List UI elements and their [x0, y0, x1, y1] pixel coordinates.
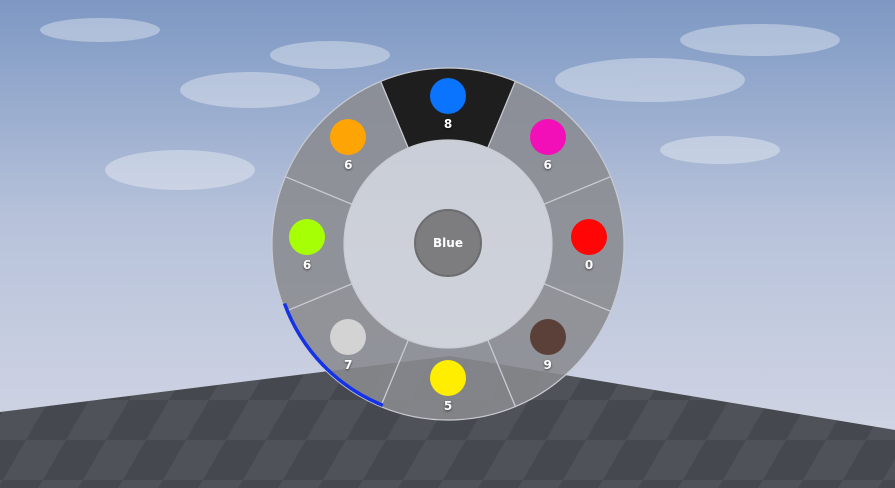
- count-label-magenta: 6: [543, 158, 552, 173]
- color-swatch-blue: [430, 78, 466, 114]
- count-label-white: 7: [344, 357, 353, 372]
- color-swatch-red: [571, 219, 607, 255]
- count-label-blue: 8: [443, 117, 453, 131]
- color-swatch-white: [330, 318, 367, 355]
- color-swatch-lime: [289, 219, 325, 255]
- color-swatch-brown: [529, 318, 566, 355]
- center-selection-button[interactable]: Blue: [414, 209, 482, 277]
- selection-label: Blue: [433, 236, 463, 250]
- count-label-orange: 6: [344, 158, 353, 173]
- count-label-yellow: 5: [443, 399, 453, 413]
- color-swatch-yellow: [430, 360, 466, 396]
- count-label-red: 0: [584, 258, 594, 272]
- color-swatch-magenta: [529, 119, 566, 156]
- count-label-lime: 6: [302, 258, 312, 272]
- count-label-brown: 9: [543, 357, 552, 372]
